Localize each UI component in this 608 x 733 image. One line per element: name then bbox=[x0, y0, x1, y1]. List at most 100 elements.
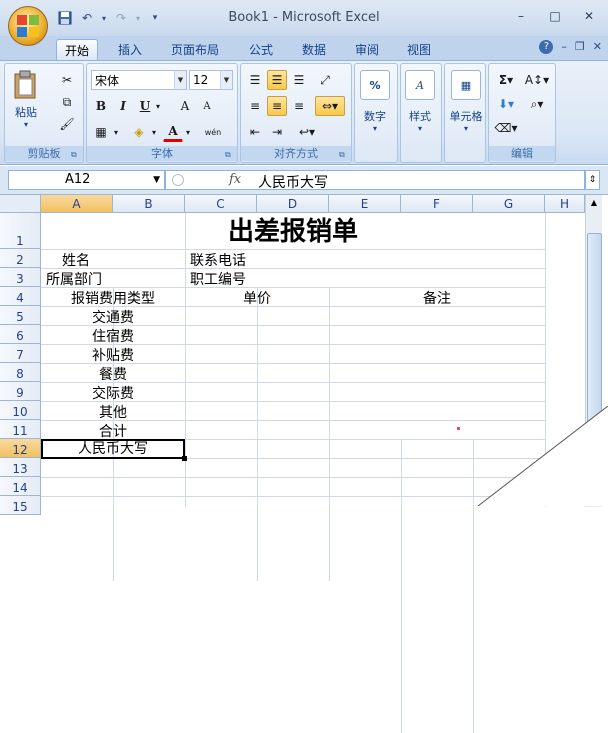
tab-formulas[interactable]: 公式 bbox=[241, 39, 281, 60]
font-name-dropdown-icon[interactable]: ▼ bbox=[174, 71, 186, 89]
orientation-icon[interactable]: ⤢ bbox=[315, 70, 335, 90]
gridline bbox=[329, 287, 330, 581]
formula-expand-handle[interactable] bbox=[172, 174, 184, 186]
phonetic-button[interactable]: wén bbox=[201, 122, 225, 142]
expand-formula-bar-icon[interactable]: ⇕ bbox=[585, 170, 600, 190]
align-center-icon[interactable]: ≡ bbox=[267, 96, 287, 116]
underline-button[interactable]: U bbox=[135, 96, 155, 116]
wrap-text-icon[interactable]: ↩▾ bbox=[293, 122, 321, 142]
align-right-icon[interactable]: ≡ bbox=[289, 96, 309, 116]
workbook-restore-button[interactable]: ❐ bbox=[575, 40, 585, 54]
find-select-icon[interactable]: ⌕▾ bbox=[523, 94, 551, 114]
column-header-g[interactable]: G bbox=[473, 195, 545, 213]
tab-page-layout[interactable]: 页面布局 bbox=[163, 39, 227, 60]
autosum-button[interactable]: Σ ▾ bbox=[493, 70, 519, 90]
increase-indent-icon[interactable]: ⇥ bbox=[267, 122, 287, 142]
paste-button[interactable]: 粘贴 ▾ bbox=[11, 70, 41, 129]
font-launcher-icon[interactable]: ⧉ bbox=[225, 150, 235, 160]
unit-price-header: 单价 bbox=[243, 291, 271, 307]
font-size-value: 12 bbox=[193, 73, 209, 87]
column-header-e[interactable]: E bbox=[329, 195, 401, 213]
select-all-corner[interactable] bbox=[0, 195, 41, 213]
number-label: 数字 bbox=[364, 110, 386, 123]
tab-data[interactable]: 数据 bbox=[294, 39, 334, 60]
maximize-button[interactable]: □ bbox=[542, 6, 568, 26]
row-header-7[interactable]: 7 bbox=[0, 344, 41, 363]
alignment-launcher-icon[interactable]: ⧉ bbox=[339, 150, 349, 160]
copy-icon[interactable]: ⧉ bbox=[57, 92, 77, 112]
font-size-combo[interactable]: 12 ▼ bbox=[189, 70, 233, 90]
help-icon[interactable]: ? bbox=[539, 40, 554, 54]
align-top-icon[interactable]: ☰ bbox=[245, 70, 265, 90]
number-format-button[interactable]: % 数字 ▾ bbox=[360, 70, 390, 133]
borders-dropdown-icon[interactable]: ▾ bbox=[111, 122, 121, 142]
page-curl-decoration bbox=[477, 406, 608, 506]
grow-font-button[interactable]: A bbox=[175, 96, 195, 116]
font-color-button[interactable]: A bbox=[163, 122, 183, 142]
row-header-11[interactable]: 11 bbox=[0, 420, 41, 439]
name-box[interactable]: A12 ▼ bbox=[8, 170, 165, 190]
align-middle-icon[interactable]: ☰ bbox=[267, 70, 287, 90]
workbook-close-button[interactable]: ✕ bbox=[593, 40, 602, 54]
decrease-indent-icon[interactable]: ⇤ bbox=[245, 122, 265, 142]
sort-filter-icon[interactable]: A↕▾ bbox=[523, 70, 551, 90]
row-header-5[interactable]: 5 bbox=[0, 306, 41, 325]
underline-dropdown-icon[interactable]: ▾ bbox=[153, 96, 163, 116]
italic-button[interactable]: I bbox=[113, 96, 133, 116]
column-header-b[interactable]: B bbox=[113, 195, 185, 213]
borders-icon[interactable]: ▦ bbox=[91, 122, 111, 142]
merge-center-icon[interactable]: ⇔▾ bbox=[315, 96, 345, 116]
column-header-a[interactable]: A bbox=[41, 195, 113, 213]
workbook-minimize-button[interactable]: – bbox=[561, 40, 567, 54]
row-header-4[interactable]: 4 bbox=[0, 287, 41, 306]
fill-color-icon[interactable]: ◈ bbox=[129, 122, 149, 142]
office-button[interactable] bbox=[8, 6, 48, 46]
formula-input-area[interactable]: fx 人民币大写 bbox=[165, 170, 585, 191]
row-header-8[interactable]: 8 bbox=[0, 363, 41, 382]
row-header-12[interactable]: 12 bbox=[0, 439, 41, 458]
gridline bbox=[41, 249, 545, 250]
worksheet-grid[interactable]: A B C D E F G H 1 2 3 4 5 6 7 8 9 10 11 … bbox=[0, 194, 608, 733]
row-header-9[interactable]: 9 bbox=[0, 382, 41, 401]
styles-button[interactable]: A 样式 ▾ bbox=[405, 70, 435, 133]
row-header-1[interactable]: 1 bbox=[0, 213, 41, 249]
gridline bbox=[41, 268, 545, 269]
fill-handle[interactable] bbox=[182, 456, 187, 461]
column-header-f[interactable]: F bbox=[401, 195, 473, 213]
fill-color-dropdown-icon[interactable]: ▾ bbox=[149, 122, 159, 142]
row-header-6[interactable]: 6 bbox=[0, 325, 41, 344]
column-header-d[interactable]: D bbox=[257, 195, 329, 213]
clipboard-launcher-icon[interactable]: ⧉ bbox=[71, 150, 81, 160]
name-box-value: A12 bbox=[65, 172, 91, 187]
cells-button[interactable]: ▦ 单元格 ▾ bbox=[445, 70, 487, 133]
row-header-14[interactable]: 14 bbox=[0, 477, 41, 496]
font-color-dropdown-icon[interactable]: ▾ bbox=[183, 122, 193, 142]
fill-icon[interactable]: ⬇▾ bbox=[493, 94, 519, 114]
font-size-dropdown-icon[interactable]: ▼ bbox=[220, 71, 232, 89]
bold-button[interactable]: B bbox=[91, 96, 111, 116]
row-header-3[interactable]: 3 bbox=[0, 268, 41, 287]
column-header-h[interactable]: H bbox=[545, 195, 585, 213]
column-header-c[interactable]: C bbox=[185, 195, 257, 213]
tab-insert[interactable]: 插入 bbox=[110, 39, 150, 60]
align-bottom-icon[interactable]: ☰ bbox=[289, 70, 309, 90]
cut-icon[interactable]: ✂ bbox=[57, 70, 77, 90]
tab-review[interactable]: 审阅 bbox=[347, 39, 387, 60]
align-left-icon[interactable]: ≡ bbox=[245, 96, 265, 116]
minimize-button[interactable]: – bbox=[508, 6, 534, 26]
format-painter-icon[interactable]: 🖌 bbox=[57, 114, 77, 134]
formula-content: 人民币大写 bbox=[258, 175, 328, 191]
selected-cell-a12[interactable]: 人民币大写 bbox=[41, 439, 185, 459]
clear-icon[interactable]: ⌫▾ bbox=[493, 118, 519, 138]
shrink-font-button[interactable]: A bbox=[197, 96, 217, 116]
insert-function-button[interactable]: fx bbox=[229, 172, 241, 187]
tab-home[interactable]: 开始 bbox=[56, 39, 99, 60]
row-header-10[interactable]: 10 bbox=[0, 401, 41, 420]
row-header-13[interactable]: 13 bbox=[0, 458, 41, 477]
scroll-up-icon[interactable]: ▲ bbox=[586, 195, 602, 211]
row-header-2[interactable]: 2 bbox=[0, 249, 41, 268]
tab-view[interactable]: 视图 bbox=[399, 39, 439, 60]
close-button[interactable]: ✕ bbox=[576, 6, 602, 26]
font-name-combo[interactable]: 宋体 ▼ bbox=[91, 70, 187, 90]
name-box-dropdown-icon[interactable]: ▼ bbox=[153, 171, 160, 189]
